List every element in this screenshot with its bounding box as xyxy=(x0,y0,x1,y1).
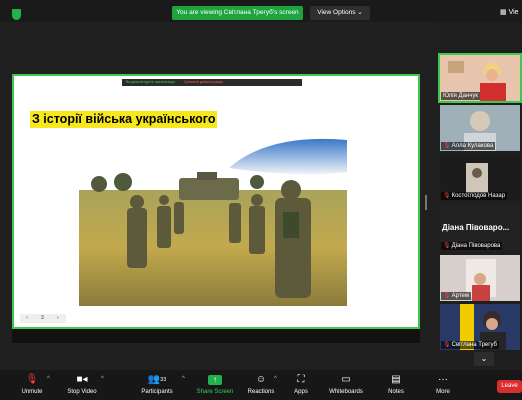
view-options-label: View Options xyxy=(317,9,356,16)
participant-name: 🎙Алла Кулакова xyxy=(441,142,496,150)
reactions-button[interactable]: ☺ Reactions xyxy=(248,370,275,400)
mic-muted-icon: 🎙 xyxy=(443,193,451,199)
participant-name: 🎙Світлана Трегуб xyxy=(441,341,499,349)
leave-button[interactable]: Leave xyxy=(497,380,522,393)
audio-options-caret[interactable]: ^ xyxy=(47,376,50,382)
participants-count: 33 xyxy=(160,377,167,383)
participant-tile[interactable]: 🎙Світлана Трегуб xyxy=(440,304,520,350)
participant-tile[interactable]: Діана Півоваро... 🎙Діана Півоварова xyxy=(440,205,520,251)
participant-tile[interactable]: 🎙Костоглодов Назар xyxy=(440,155,520,201)
meeting-controls: 🎙 Unmute ^ ■◂ Stop Video ^ 👥33 Participa… xyxy=(0,370,522,400)
stop-presentation-button[interactable]: Зупинити демонстрацію xyxy=(180,79,227,86)
unmute-button[interactable]: 🎙 Unmute xyxy=(20,370,44,400)
chevron-down-icon: ⌄ xyxy=(480,354,488,363)
participant-name: Юлія Данчук xyxy=(441,92,481,100)
participant-name: 🎙Артем xyxy=(441,292,471,300)
slide-page-number: 3 xyxy=(41,315,44,321)
video-camera-icon: ■◂ xyxy=(76,374,88,385)
share-screen-button[interactable]: ↑ Share Screen xyxy=(197,370,233,400)
resize-handle[interactable] xyxy=(425,195,427,210)
reactions-label: Reactions xyxy=(247,389,275,395)
view-options-button[interactable]: View Options ⌄ xyxy=(310,6,370,20)
smile-icon: ☺ xyxy=(255,374,267,385)
mic-muted-icon: 🎙 xyxy=(443,243,451,249)
view-label: Vie xyxy=(508,9,519,16)
mic-muted-icon: 🎙 xyxy=(443,143,451,149)
participant-name: 🎙Діана Півоварова xyxy=(441,242,503,250)
participant-display-name: Діана Півоваро... xyxy=(442,223,510,232)
participant-name-text: Світлана Трегуб xyxy=(451,342,497,348)
next-slide-button[interactable]: › xyxy=(51,314,65,323)
whiteboards-label: Whiteboards xyxy=(329,389,363,395)
notes-label: Notes xyxy=(388,389,404,395)
prev-slide-button[interactable]: ‹ xyxy=(20,314,34,323)
share-screen-label: Share Screen xyxy=(196,389,234,395)
more-label: More xyxy=(436,389,450,395)
participant-name: 🎙Костоглодов Назар xyxy=(441,192,508,200)
more-dots-icon: ··· xyxy=(438,374,448,385)
participant-tile[interactable]: 🎙Артем xyxy=(440,255,520,301)
slide-title: З історії війська українського xyxy=(30,111,218,128)
people-icon: 👥 xyxy=(147,374,161,385)
participants-label: Participants xyxy=(141,389,173,395)
participant-tile[interactable]: Юлія Данчук xyxy=(438,53,522,103)
mic-muted-icon: 🎙 xyxy=(443,293,451,299)
more-button[interactable]: ··· More xyxy=(431,370,455,400)
participant-name-text: Артем xyxy=(451,293,469,299)
presentation-toolbar: Ви демонструєте презентацію Зупинити дем… xyxy=(122,79,302,86)
video-options-caret[interactable]: ^ xyxy=(101,376,104,382)
notes-button[interactable]: ▤ Notes xyxy=(384,370,408,400)
unmute-label: Unmute xyxy=(21,389,43,395)
stop-video-label: Stop Video xyxy=(67,389,97,395)
mic-muted-icon: 🎙 xyxy=(25,374,39,385)
stop-video-button[interactable]: ■◂ Stop Video xyxy=(67,370,96,400)
whiteboards-button[interactable]: ▭ Whiteboards xyxy=(329,370,363,400)
participant-name-text: Костоглодов Назар xyxy=(451,193,506,199)
apps-icon: ⛶ xyxy=(297,374,305,385)
mic-muted-icon: 🎙 xyxy=(443,342,451,348)
scroll-down-button[interactable]: ⌄ xyxy=(474,352,494,366)
grid-icon: ▦ xyxy=(500,9,507,16)
top-bar: You are viewing Світлана Трегуб's screen… xyxy=(0,0,522,22)
participant-tile[interactable]: 🎙Алла Кулакова xyxy=(440,105,520,151)
shield-icon[interactable] xyxy=(12,9,21,20)
participants-options-caret[interactable]: ^ xyxy=(182,376,185,382)
screen-share-banner: You are viewing Світлана Трегуб's screen xyxy=(172,6,303,20)
view-button[interactable]: ▦ Vie xyxy=(500,8,519,16)
shared-screen-footer xyxy=(12,329,420,343)
share-screen-icon: ↑ xyxy=(208,375,222,385)
apps-label: Apps xyxy=(294,389,308,395)
participant-name-text: Діана Півоварова xyxy=(451,243,501,249)
whiteboard-icon: ▭ xyxy=(341,374,351,385)
participants-button[interactable]: 👥33 Participants xyxy=(141,370,172,400)
slide-navigation[interactable]: ‹ 3 › xyxy=(20,314,66,323)
participant-name-text: Алла Кулакова xyxy=(451,143,494,149)
apps-button[interactable]: ⛶ Apps xyxy=(289,370,313,400)
reactions-options-caret[interactable]: ^ xyxy=(274,376,277,382)
chevron-down-icon: ⌄ xyxy=(357,9,363,16)
soldiers-photo xyxy=(79,138,347,306)
participant-sidebar: Юлія Данчук 🎙Алла Кулакова 🎙Костоглодов … xyxy=(437,52,522,370)
presenting-status: Ви демонструєте презентацію xyxy=(126,80,175,84)
notes-icon: ▤ xyxy=(391,374,401,385)
